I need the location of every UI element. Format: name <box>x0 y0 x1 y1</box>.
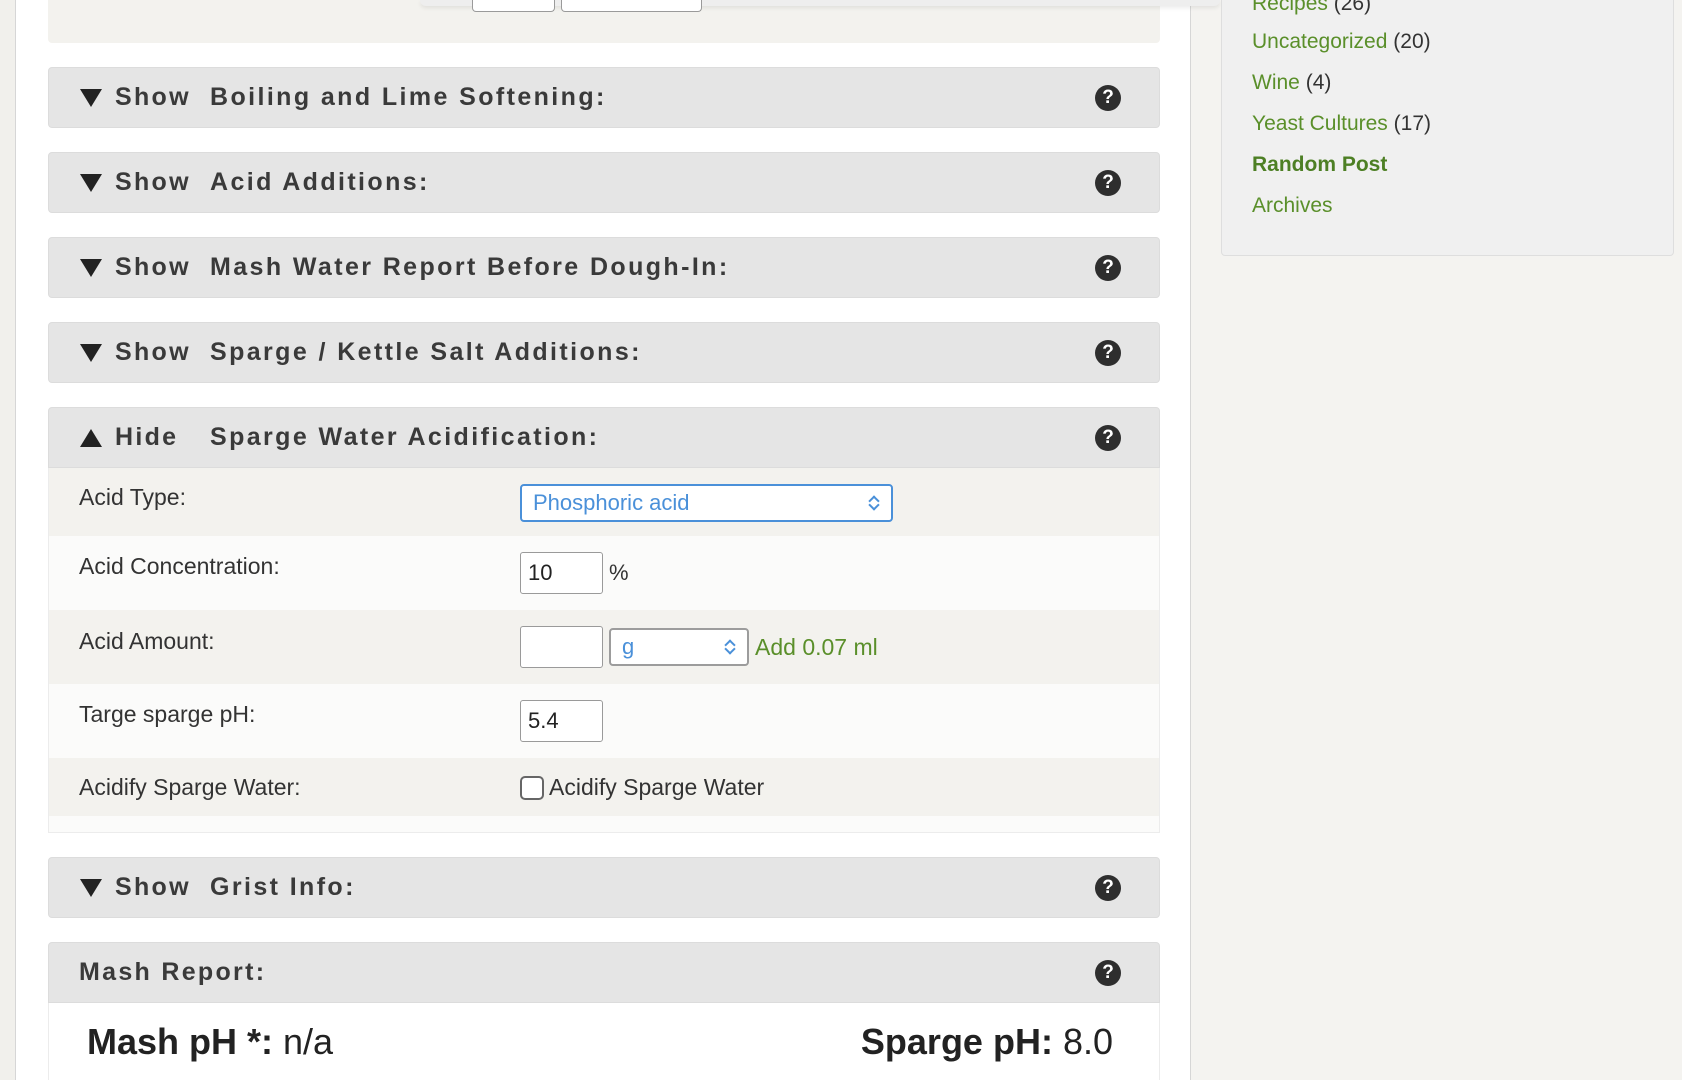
acid-type-row: Acid Type: Phosphoric acid <box>49 468 1159 536</box>
acid-concentration-label: Acid Concentration: <box>79 553 280 579</box>
help-icon[interactable]: ? <box>1095 874 1121 901</box>
mash-report-body: Mash pH *: n/a Sparge pH: 8.0 <box>48 1003 1160 1080</box>
section-title: Grist Info: <box>210 873 356 901</box>
target-ph-row: Targe sparge pH: 5.4 <box>49 684 1159 758</box>
floating-input-edge <box>472 0 555 12</box>
section-toggle[interactable]: Show <box>49 873 210 902</box>
section-boiling-lime-softening[interactable]: Show Boiling and Lime Softening: ? <box>48 67 1160 128</box>
mash-report-title: Mash Report: <box>79 958 267 986</box>
help-icon[interactable]: ? <box>1095 169 1121 196</box>
section-toggle[interactable]: Show <box>49 338 210 367</box>
sparge-ph-readout: Sparge pH: 8.0 <box>860 1021 1113 1062</box>
section-title: Sparge Water Acidification: <box>210 423 600 451</box>
mash-ph-readout: Mash pH *: n/a <box>87 1021 334 1062</box>
acidify-sparge-checkbox[interactable] <box>520 775 544 800</box>
section-title: Boiling and Lime Softening: <box>210 83 607 111</box>
acidify-sparge-label: Acidify Sparge Water: <box>79 774 301 800</box>
acid-amount-input[interactable] <box>520 626 603 668</box>
archives-item: Archives <box>1252 194 1333 218</box>
triangle-down-icon <box>80 343 102 362</box>
section-toggle[interactable]: Show <box>49 83 210 112</box>
section-acid-additions[interactable]: Show Acid Additions: ? <box>48 152 1160 213</box>
acid-type-label: Acid Type: <box>79 484 186 510</box>
section-title: Sparge / Kettle Salt Additions: <box>210 338 642 366</box>
help-icon[interactable]: ? <box>1095 84 1121 111</box>
section-toggle[interactable]: Show <box>49 168 210 197</box>
acidify-sparge-row: Acidify Sparge Water: Acidify Sparge Wat… <box>49 758 1159 816</box>
acid-amount-result: Add 0.07 ml <box>755 633 878 660</box>
percent-unit: % <box>609 560 629 585</box>
select-chevron-icon <box>724 639 737 657</box>
acid-amount-label: Acid Amount: <box>79 628 215 654</box>
section-title: Acid Additions: <box>210 168 430 196</box>
target-ph-input[interactable]: 5.4 <box>520 700 603 742</box>
page-gutter <box>0 0 16 1080</box>
random-post-item: Random Post <box>1252 153 1387 177</box>
acidify-sparge-checkbox-label[interactable]: Acidify Sparge Water <box>549 774 764 801</box>
help-icon[interactable]: ? <box>1095 424 1121 451</box>
mash-report-header: Mash Report: ? <box>48 942 1160 1003</box>
target-ph-label: Targe sparge pH: <box>79 701 256 727</box>
acid-concentration-input[interactable]: 10 <box>520 552 603 594</box>
category-link[interactable]: Recipes <box>1252 0 1328 15</box>
help-icon[interactable]: ? <box>1095 254 1121 281</box>
help-icon[interactable]: ? <box>1095 339 1121 366</box>
select-chevron-icon <box>868 495 881 513</box>
triangle-down-icon <box>80 258 102 277</box>
archives-link[interactable]: Archives <box>1252 194 1333 217</box>
category-item: Recipes (26) <box>1252 0 1371 16</box>
category-link[interactable]: Wine <box>1252 71 1300 94</box>
help-icon[interactable]: ? <box>1095 959 1121 986</box>
section-mash-water-report[interactable]: Show Mash Water Report Before Dough-In: … <box>48 237 1160 298</box>
category-item: Uncategorized (20) <box>1252 30 1431 53</box>
section-sparge-kettle-salt[interactable]: Show Sparge / Kettle Salt Additions: ? <box>48 322 1160 383</box>
random-post-link[interactable]: Random Post <box>1252 153 1387 176</box>
acid-type-select[interactable]: Phosphoric acid <box>520 484 893 522</box>
category-link[interactable]: Yeast Cultures <box>1252 112 1388 135</box>
section-sparge-water-acidification[interactable]: Hide Sparge Water Acidification: ? <box>48 407 1160 468</box>
acidification-panel: Acid Type: Phosphoric acid Acid Concentr… <box>48 468 1160 833</box>
acid-concentration-row: Acid Concentration: 10 % <box>49 536 1159 610</box>
section-title: Mash Water Report Before Dough-In: <box>210 253 730 281</box>
acid-amount-unit-select[interactable]: g <box>609 628 749 666</box>
triangle-down-icon <box>80 173 102 192</box>
floating-select-edge <box>561 0 702 12</box>
section-toggle[interactable]: Show <box>49 253 210 282</box>
section-grist-info[interactable]: Show Grist Info: ? <box>48 857 1160 918</box>
triangle-up-icon <box>80 428 102 447</box>
category-link[interactable]: Uncategorized <box>1252 30 1387 53</box>
category-item: Yeast Cultures (17) <box>1252 112 1432 135</box>
acid-amount-row: Acid Amount: g Add 0.07 ml <box>49 610 1159 684</box>
category-item: Wine (4) <box>1252 71 1332 94</box>
triangle-down-icon <box>80 88 102 107</box>
section-toggle[interactable]: Hide <box>49 423 210 452</box>
triangle-down-icon <box>80 878 102 897</box>
